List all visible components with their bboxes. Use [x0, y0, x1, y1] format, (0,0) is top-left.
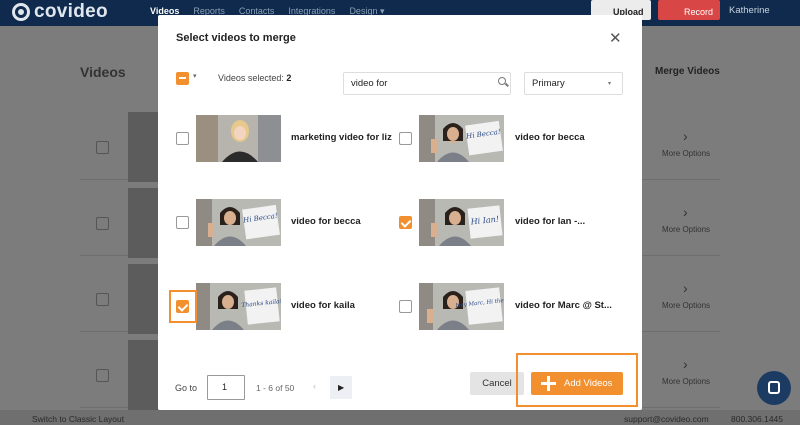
row-checkbox[interactable] — [96, 369, 109, 382]
video-thumbnail[interactable]: Hi Ian! — [419, 199, 504, 246]
search-input[interactable] — [343, 72, 511, 95]
videos-selected-count: Videos selected: 2 — [218, 73, 291, 83]
video-title: video for becca — [291, 216, 361, 227]
video-title: marketing video for liz — [291, 132, 392, 143]
modal-title: Select videos to merge — [176, 32, 296, 44]
support-email[interactable]: support@covideo.com — [624, 414, 709, 424]
videos-selected-label: Videos selected: — [218, 73, 284, 83]
chevron-right-icon: › — [683, 204, 688, 220]
goto-page-input[interactable]: 1 — [207, 375, 245, 400]
row-thumbnail — [128, 264, 158, 334]
row-thumbnail — [128, 112, 158, 182]
video-title: video for Marc @ St... — [515, 300, 612, 311]
highlight-box — [516, 353, 638, 407]
video-checkbox[interactable] — [176, 132, 189, 145]
search-icon[interactable] — [498, 77, 506, 85]
select-all-checkbox[interactable] — [176, 72, 189, 85]
next-page-button[interactable]: ▶ — [330, 376, 352, 399]
merge-videos-button[interactable]: Merge Videos — [655, 66, 720, 77]
close-icon[interactable]: ✕ — [609, 29, 622, 47]
more-options-link[interactable]: More Options — [662, 225, 710, 234]
switch-classic-link[interactable]: Switch to Classic Layout — [32, 414, 124, 424]
chevron-right-icon: › — [683, 356, 688, 372]
chevron-down-icon: ▾ — [608, 81, 612, 87]
video-checkbox[interactable] — [176, 216, 189, 229]
chevron-right-icon: › — [683, 280, 688, 296]
row-thumbnail — [128, 340, 158, 410]
chat-icon — [768, 381, 780, 394]
videos-selected-value: 2 — [286, 73, 292, 83]
support-phone: 800.306.1445 — [731, 414, 783, 424]
video-title: video for Ian -... — [515, 216, 586, 227]
logo-icon — [12, 3, 30, 21]
video-title: video for becca — [515, 132, 585, 143]
video-checkbox[interactable] — [399, 300, 412, 313]
goto-label: Go to — [175, 383, 198, 393]
video-thumbnail[interactable]: Hi Becca! — [196, 199, 281, 246]
merge-modal: Select videos to merge ✕ ▾ Videos select… — [158, 15, 642, 410]
page-title: Videos — [80, 64, 126, 80]
highlight-box — [169, 290, 197, 323]
video-title: video for kaila — [291, 300, 355, 311]
record-button[interactable]: Record — [658, 0, 720, 20]
more-options-link[interactable]: More Options — [662, 149, 710, 158]
video-thumbnail[interactable]: Thanks kaila! — [196, 283, 281, 330]
chat-button[interactable] — [757, 371, 791, 405]
row-checkbox[interactable] — [96, 293, 109, 306]
user-menu[interactable]: Katherine — [729, 5, 770, 16]
video-checkbox[interactable] — [399, 132, 412, 145]
prev-page-icon[interactable]: ‹ — [313, 381, 316, 391]
video-thumbnail[interactable]: Hey Marc, Hi there! — [419, 283, 504, 330]
video-thumbnail[interactable] — [196, 115, 281, 162]
row-checkbox[interactable] — [96, 217, 109, 230]
video-checkbox[interactable] — [399, 216, 412, 229]
covideo-logo[interactable]: covideo — [12, 1, 108, 23]
chevron-right-icon: › — [683, 128, 688, 144]
row-checkbox[interactable] — [96, 141, 109, 154]
footer-bar: Switch to Classic Layout support@covideo… — [0, 410, 800, 425]
more-options-link[interactable]: More Options — [662, 301, 710, 310]
row-thumbnail — [128, 188, 158, 258]
more-options-link[interactable]: More Options — [662, 377, 710, 386]
video-thumbnail[interactable]: Hi Becca! — [419, 115, 504, 162]
page-range: 1 - 6 of 50 — [256, 383, 295, 393]
chevron-down-icon[interactable]: ▾ — [193, 72, 197, 80]
